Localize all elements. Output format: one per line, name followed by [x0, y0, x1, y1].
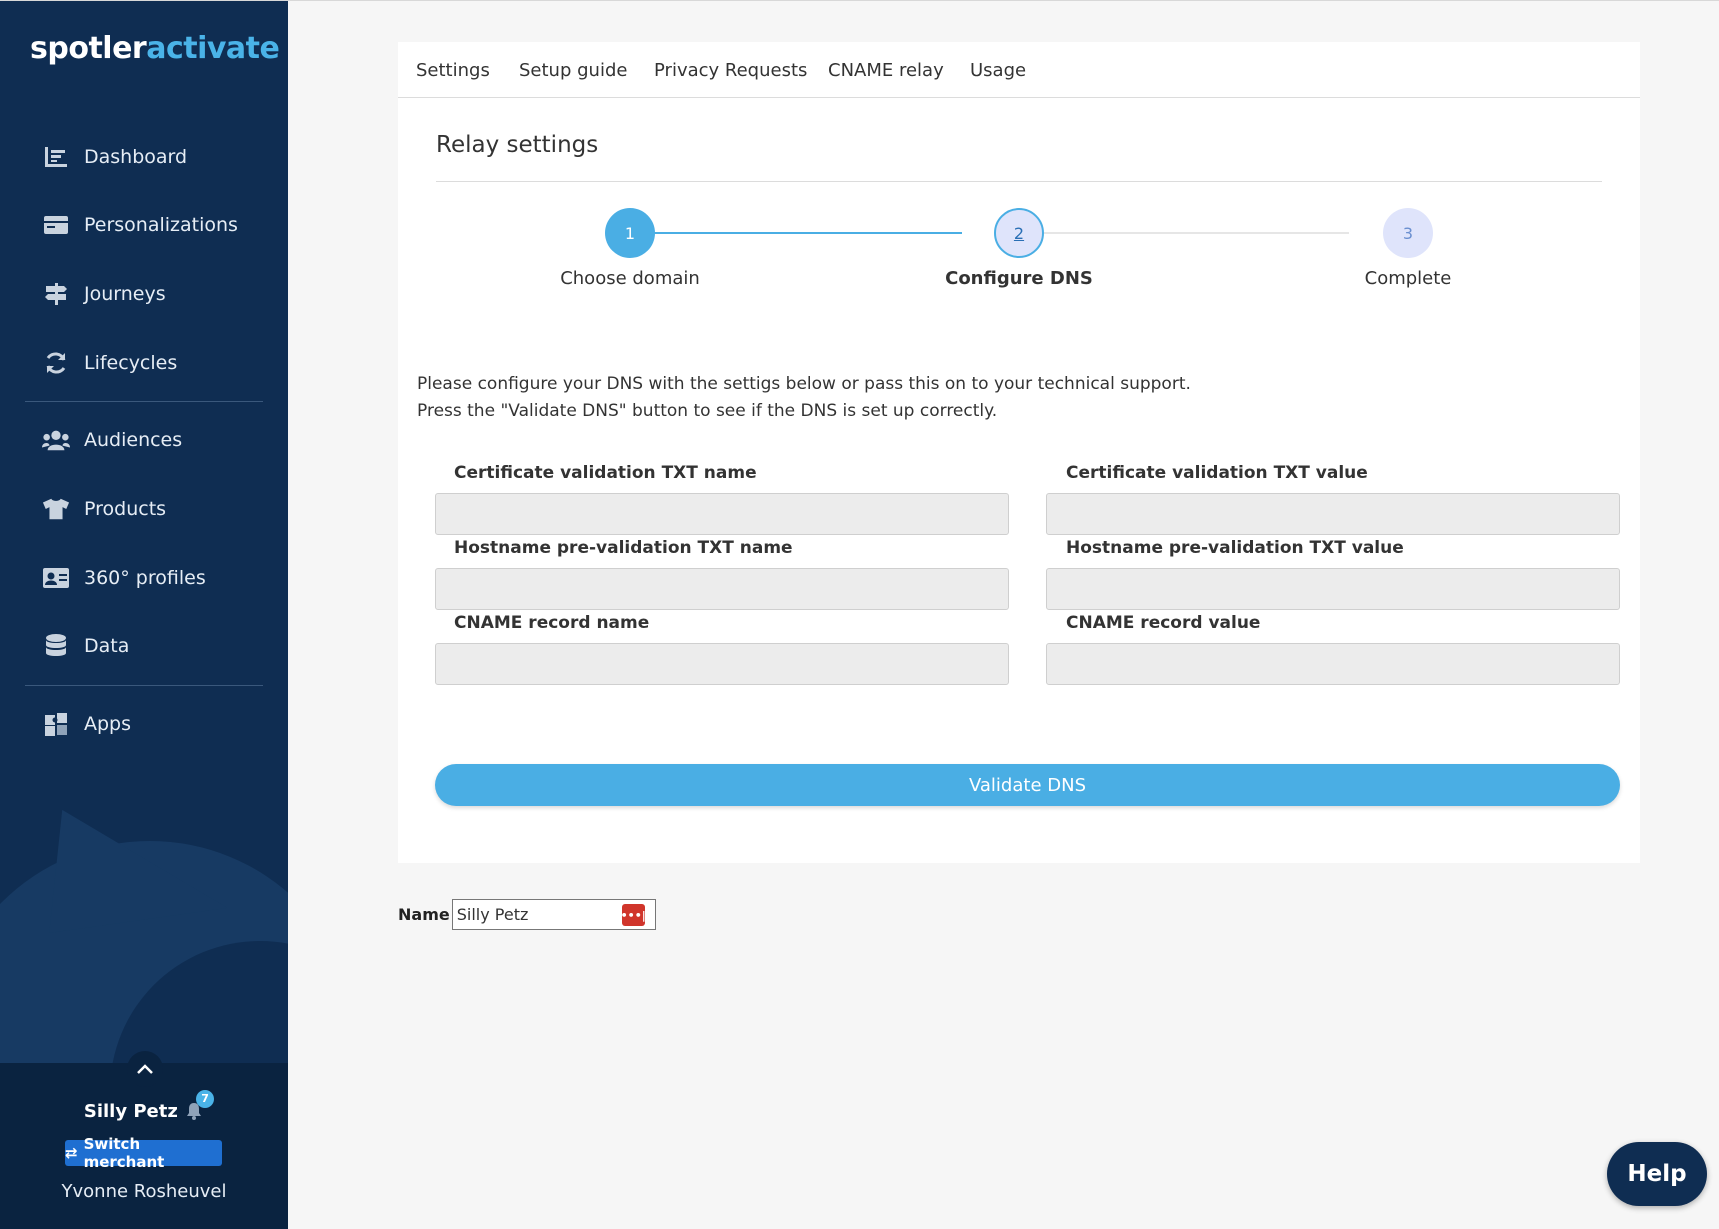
hostname-value-field[interactable]: [1046, 568, 1620, 610]
instructions-line-2: Press the "Validate DNS" button to see i…: [417, 401, 998, 421]
name-label: Name: [398, 905, 450, 924]
help-button[interactable]: Help: [1607, 1142, 1707, 1206]
name-row: Name Silly Petz •••|: [398, 899, 656, 930]
password-manager-icon[interactable]: •••|: [621, 904, 646, 926]
notification-bell[interactable]: 7: [184, 1090, 215, 1122]
signpost-icon: [42, 280, 70, 308]
tab-setup-guide[interactable]: Setup guide: [519, 60, 627, 81]
sidebar-divider: [25, 685, 263, 686]
chevron-up-icon[interactable]: [127, 1051, 163, 1087]
sidebar: spotleractivate Dashboard Personalizatio…: [0, 1, 288, 1229]
id-card-icon: [42, 564, 70, 592]
notification-count: 7: [196, 1090, 215, 1108]
user-name: Yvonne Rosheuvel: [61, 1181, 227, 1202]
cert-value-field[interactable]: [1046, 493, 1620, 535]
tab-privacy-requests[interactable]: Privacy Requests: [654, 60, 807, 81]
sidebar-item-label: Dashboard: [84, 146, 188, 168]
divider: [436, 181, 1602, 182]
sidebar-decoration: [32, 789, 228, 933]
sidebar-item-360-profiles[interactable]: 360° profiles: [42, 558, 206, 598]
section-title: Relay settings: [436, 132, 599, 158]
validate-dns-button[interactable]: Validate DNS: [435, 764, 1620, 806]
sidebar-item-journeys[interactable]: Journeys: [42, 274, 166, 314]
name-input[interactable]: Silly Petz •••|: [451, 899, 656, 930]
sidebar-item-lifecycles[interactable]: Lifecycles: [42, 343, 177, 383]
cert-value-label: Certificate validation TXT value: [1066, 463, 1368, 483]
cert-name-label: Certificate validation TXT name: [454, 463, 757, 483]
brand-logo-part2: activate: [146, 31, 280, 66]
tab-settings[interactable]: Settings: [416, 60, 490, 81]
sidebar-item-label: Personalizations: [84, 214, 238, 236]
sidebar-item-data[interactable]: Data: [42, 626, 129, 666]
sidebar-item-label: Products: [84, 498, 167, 520]
name-input-value: Silly Petz: [456, 905, 529, 924]
step-3-circle: 3: [1383, 208, 1433, 258]
switch-icon: ⇄: [65, 1144, 78, 1162]
merchant-name: Silly Petz 7: [0, 1090, 288, 1122]
step-2-label: Configure DNS: [945, 268, 1093, 289]
cname-name-label: CNAME record name: [454, 613, 650, 633]
cname-value-label: CNAME record value: [1066, 613, 1261, 633]
switch-merchant-button[interactable]: ⇄ Switch merchant: [65, 1135, 222, 1171]
sidebar-item-label: Journeys: [84, 283, 166, 305]
brand-logo[interactable]: spotleractivate: [30, 31, 280, 66]
hostname-name-field[interactable]: [435, 568, 1009, 610]
instructions-line-1: Please configure your DNS with the setti…: [417, 374, 1191, 394]
step-connector-pending: [1019, 232, 1349, 234]
database-icon: [42, 632, 70, 660]
brand-logo-part1: spotler: [30, 31, 147, 66]
hostname-name-label: Hostname pre-validation TXT name: [454, 538, 793, 558]
puzzle-icon: [42, 710, 70, 738]
sidebar-divider: [25, 401, 263, 402]
step-3-label: Complete: [1364, 268, 1452, 289]
step-1-label: Choose domain: [560, 268, 700, 289]
step-2-circle[interactable]: 2: [994, 208, 1044, 258]
sidebar-item-label: Data: [84, 635, 130, 657]
dashboard-icon: [42, 143, 70, 171]
hostname-value-label: Hostname pre-validation TXT value: [1066, 538, 1404, 558]
switch-merchant-label: Switch merchant: [83, 1135, 165, 1171]
users-icon: [42, 426, 70, 454]
tab-usage[interactable]: Usage: [970, 60, 1026, 81]
step-1-circle[interactable]: 1: [605, 208, 655, 258]
cname-value-field[interactable]: [1046, 643, 1620, 685]
sidebar-item-apps[interactable]: Apps: [42, 704, 131, 744]
sidebar-item-label: 360° profiles: [84, 567, 206, 589]
merchant-name-text: Silly Petz: [83, 1101, 178, 1122]
refresh-icon: [42, 349, 70, 377]
step-connector-done: [630, 232, 962, 234]
sidebar-item-products[interactable]: Products: [42, 489, 166, 529]
sidebar-item-audiences[interactable]: Audiences: [42, 420, 182, 460]
personalizations-icon: [42, 211, 70, 239]
sidebar-item-label: Apps: [84, 713, 132, 735]
sidebar-item-dashboard[interactable]: Dashboard: [42, 137, 187, 177]
sidebar-item-label: Lifecycles: [84, 352, 178, 374]
sidebar-item-personalizations[interactable]: Personalizations: [42, 205, 238, 245]
instructions: Please configure your DNS with the setti…: [417, 371, 1191, 425]
relay-settings-card: Settings Setup guide Privacy Requests CN…: [398, 42, 1640, 863]
tab-bar: Settings Setup guide Privacy Requests CN…: [398, 42, 1640, 98]
tshirt-icon: [42, 495, 70, 523]
cert-name-field[interactable]: [435, 493, 1009, 535]
tab-cname-relay[interactable]: CNAME relay: [828, 60, 944, 81]
cname-name-field[interactable]: [435, 643, 1009, 685]
sidebar-item-label: Audiences: [84, 429, 183, 451]
